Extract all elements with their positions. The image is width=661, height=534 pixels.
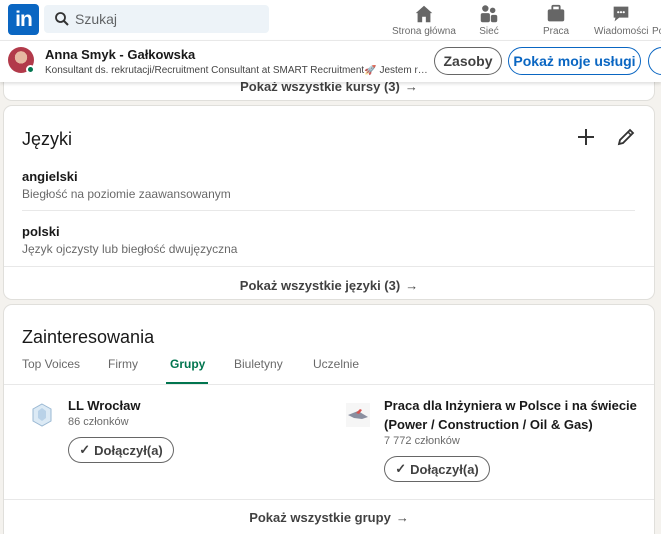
group-name[interactable]: Praca dla Inżyniera w Polsce i na świeci… bbox=[384, 396, 646, 434]
joined-label: Dołączył(a) bbox=[94, 442, 163, 458]
nav-item-messaging[interactable]: Wiadomości bbox=[594, 3, 648, 37]
nav-item-jobs[interactable]: Praca bbox=[543, 3, 569, 37]
languages-title: Języki bbox=[22, 129, 73, 149]
notifications-icon bbox=[652, 3, 661, 25]
search-placeholder: Szukaj bbox=[75, 11, 118, 27]
linkedin-logo-icon[interactable]: in bbox=[8, 4, 39, 35]
tab-companies[interactable]: Firmy bbox=[108, 357, 138, 371]
tab-groups[interactable]: Grupy bbox=[170, 357, 205, 371]
language-name: angielski bbox=[22, 169, 78, 184]
nav-label-notifications: Po bbox=[652, 26, 661, 37]
divider bbox=[4, 499, 654, 500]
tab-newsletters[interactable]: Biuletyny bbox=[234, 357, 283, 371]
briefcase-icon bbox=[547, 4, 565, 22]
language-proficiency: Biegłość na poziomie zaawansowanym bbox=[22, 187, 231, 201]
checkmark-icon: ✓ bbox=[79, 442, 91, 457]
language-proficiency: Język ojczysty lub biegłość dwujęzyczna bbox=[22, 242, 238, 256]
more-button[interactable] bbox=[648, 47, 661, 75]
add-icon[interactable] bbox=[572, 123, 600, 151]
show-all-languages-label: Pokaż wszystkie języki (3) bbox=[239, 278, 401, 293]
profile-headline: Konsultant ds. rekrutacji/Recruitment Co… bbox=[45, 65, 432, 76]
joined-button[interactable]: ✓ Dołączył(a) bbox=[384, 456, 490, 482]
show-all-languages-link[interactable]: Pokaż wszystkie języki (3) → bbox=[4, 278, 654, 293]
interests-title: Zainteresowania bbox=[22, 327, 155, 347]
tab-schools[interactable]: Uczelnie bbox=[313, 357, 359, 371]
tab-top-voices[interactable]: Top Voices bbox=[22, 357, 80, 371]
divider bbox=[4, 384, 654, 385]
network-icon bbox=[480, 5, 498, 23]
edit-pencil-icon[interactable] bbox=[612, 123, 640, 151]
show-all-groups-link[interactable]: Pokaż wszystkie grupy → bbox=[4, 510, 654, 525]
joined-button[interactable]: ✓ Dołączył(a) bbox=[68, 437, 174, 463]
arrow-right-icon: → bbox=[405, 278, 419, 293]
resources-button[interactable]: Zasoby bbox=[434, 47, 502, 75]
nav-label-home: Strona główna bbox=[392, 26, 456, 37]
divider bbox=[4, 266, 654, 267]
profile-sticky-bar: Anna Smyk - Gałkowska Konsultant ds. rek… bbox=[0, 40, 661, 82]
joined-label: Dołączył(a) bbox=[410, 461, 479, 477]
group-members-count: 7 772 członków bbox=[384, 435, 460, 447]
arrow-right-icon: → bbox=[395, 510, 409, 525]
nav-item-notifications[interactable]: Po bbox=[652, 3, 661, 37]
nav-label-jobs: Praca bbox=[543, 26, 570, 37]
group-members-count: 86 członków bbox=[68, 416, 129, 428]
search-icon bbox=[55, 12, 69, 26]
home-icon bbox=[415, 5, 433, 23]
divider bbox=[22, 210, 635, 211]
group-logo-icon[interactable] bbox=[344, 401, 372, 429]
nav-item-home[interactable]: Strona główna bbox=[392, 3, 456, 37]
nav-item-network[interactable]: Sieć bbox=[478, 3, 500, 37]
group-logo-icon[interactable] bbox=[28, 401, 56, 429]
online-status-icon bbox=[26, 65, 35, 74]
nav-label-messaging: Wiadomości bbox=[594, 26, 649, 37]
group-name[interactable]: LL Wrocław bbox=[68, 396, 308, 415]
language-name: polski bbox=[22, 224, 60, 239]
search-box[interactable]: Szukaj bbox=[44, 5, 269, 33]
messaging-icon bbox=[613, 6, 629, 22]
profile-name: Anna Smyk - Gałkowska bbox=[45, 47, 196, 62]
show-all-groups-label: Pokaż wszystkie grupy bbox=[249, 510, 391, 525]
show-services-button[interactable]: Pokaż moje usługi bbox=[508, 47, 641, 75]
nav-label-network: Sieć bbox=[479, 26, 499, 37]
top-navigation: in Szukaj Strona główna Sieć Praca Wiado… bbox=[0, 0, 661, 40]
checkmark-icon: ✓ bbox=[395, 461, 407, 476]
interests-card: Zainteresowania Top Voices Firmy Grupy B… bbox=[4, 305, 654, 534]
languages-card: Języki angielski Biegłość na poziomie za… bbox=[4, 106, 654, 299]
